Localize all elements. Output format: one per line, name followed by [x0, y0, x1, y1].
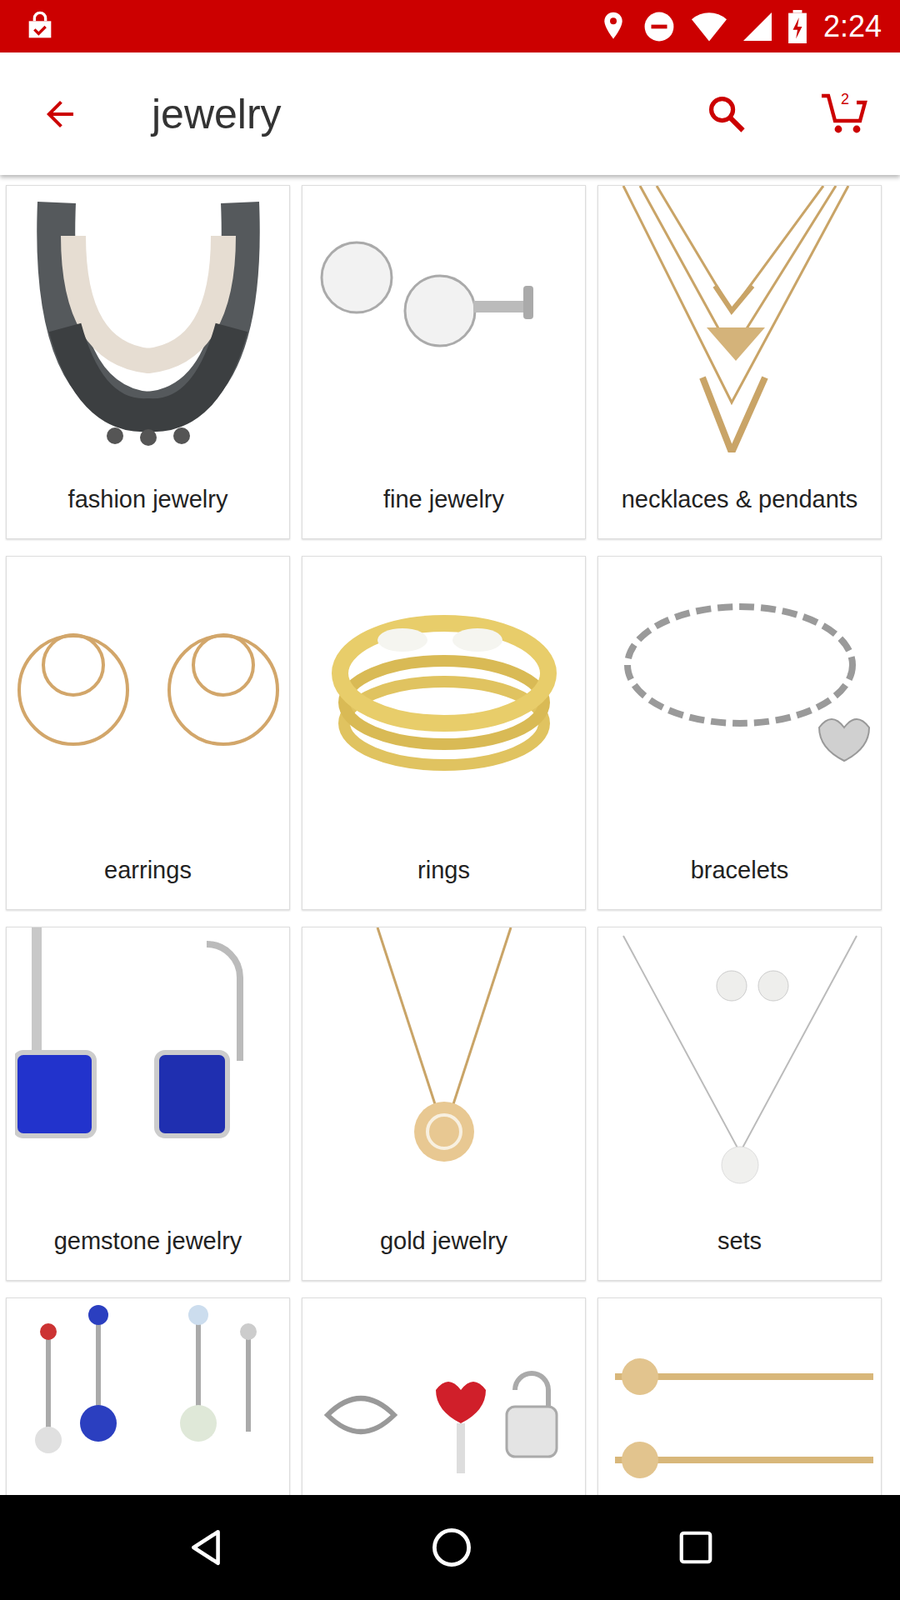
- product-image: [15, 185, 282, 453]
- category-grid: fashion jewelry fine jewelry necklaces &…: [0, 175, 900, 1495]
- navigation-bar: [0, 1495, 900, 1600]
- home-icon[interactable]: [430, 1525, 474, 1570]
- product-image: [15, 556, 282, 824]
- category-tile[interactable]: necklaces & pendants: [597, 185, 882, 540]
- category-label: rings: [302, 831, 585, 910]
- product-image: [15, 1298, 282, 1495]
- location-icon: [600, 10, 627, 44]
- product-image: [606, 1298, 874, 1495]
- back-arrow-icon[interactable]: [40, 94, 80, 135]
- category-label: sets: [598, 1202, 881, 1280]
- category-tile[interactable]: [301, 1297, 586, 1495]
- signal-icon: [743, 12, 772, 41]
- screen: 2:24 jewelry 2 fashion jewelry fine jewe…: [0, 0, 900, 1600]
- category-label: fine jewelry: [302, 460, 585, 539]
- product-image: [15, 927, 282, 1195]
- category-tile[interactable]: earrings: [5, 555, 290, 910]
- wifi-icon: [691, 11, 727, 42]
- recents-icon[interactable]: [676, 1528, 715, 1567]
- product-image: [310, 1298, 578, 1495]
- product-image: [606, 927, 874, 1195]
- cart-button[interactable]: 2: [820, 90, 870, 138]
- app-bar: jewelry 2: [0, 52, 900, 175]
- category-label: gold jewelry: [302, 1202, 585, 1280]
- status-bar: 2:24: [0, 0, 900, 53]
- category-label: necklaces & pendants: [598, 460, 881, 539]
- battery-icon: [788, 10, 807, 44]
- category-label: bracelets: [598, 831, 881, 910]
- category-tile[interactable]: gold jewelry: [301, 926, 586, 1281]
- category-tile[interactable]: [597, 1297, 882, 1495]
- category-tile[interactable]: fine jewelry: [301, 185, 586, 540]
- category-tile[interactable]: rings: [301, 555, 586, 910]
- category-tile[interactable]: bracelets: [597, 555, 882, 910]
- clock: 2:24: [823, 9, 882, 45]
- product-image: [310, 927, 578, 1195]
- search-icon[interactable]: [705, 92, 749, 136]
- category-label: earrings: [6, 831, 290, 910]
- product-image: [310, 556, 578, 824]
- product-image: [310, 185, 578, 453]
- category-tile[interactable]: sets: [597, 926, 882, 1281]
- page-title: jewelry: [151, 90, 705, 139]
- product-image: [606, 185, 874, 453]
- do-not-disturb-icon: [643, 10, 675, 43]
- cart-count: 2: [833, 90, 857, 108]
- category-tile[interactable]: [5, 1297, 290, 1495]
- back-icon[interactable]: [185, 1526, 227, 1569]
- category-label: gemstone jewelry: [6, 1202, 290, 1280]
- notification-icon: [23, 10, 57, 44]
- category-label: fashion jewelry: [6, 460, 290, 539]
- product-image: [606, 556, 874, 824]
- category-tile[interactable]: fashion jewelry: [5, 185, 290, 540]
- category-tile[interactable]: gemstone jewelry: [5, 926, 290, 1281]
